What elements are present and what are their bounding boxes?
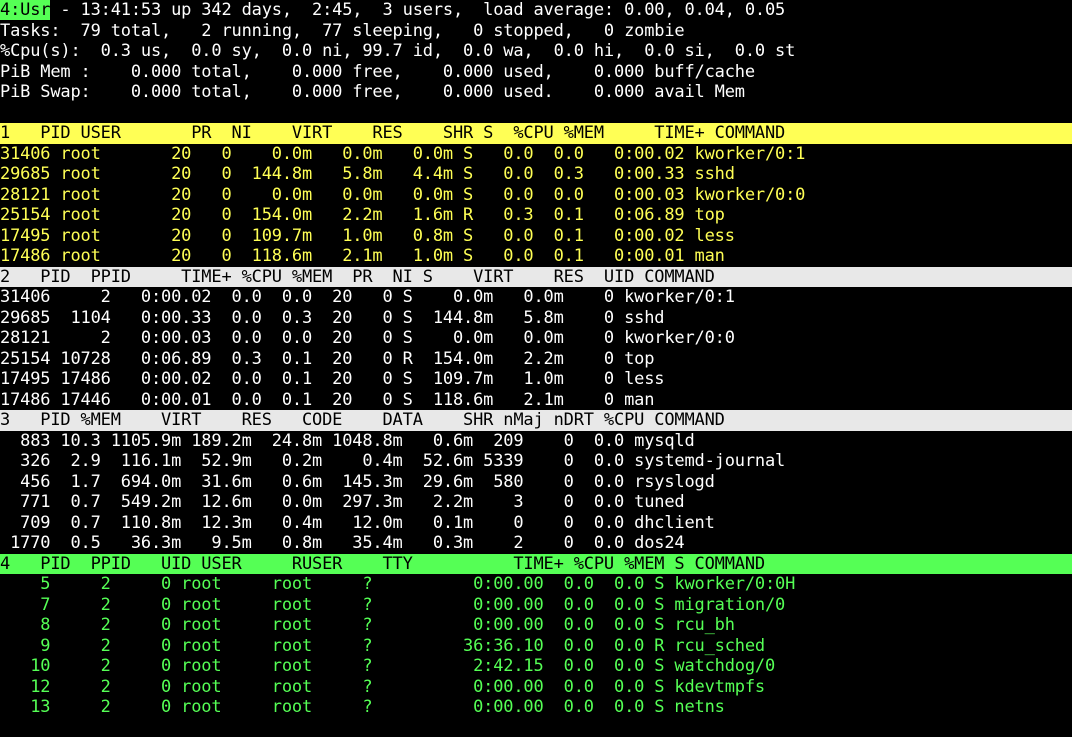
table-row[interactable]: 31406 root 20 0 0.0m 0.0m 0.0m S 0.0 0.0… <box>0 144 1072 165</box>
table-row[interactable]: 28121 root 20 0 0.0m 0.0m 0.0m S 0.0 0.0… <box>0 185 1072 206</box>
table-row[interactable]: 25154 root 20 0 154.0m 2.2m 1.6m R 0.3 0… <box>0 205 1072 226</box>
cpu-line: %Cpu(s): 0.3 us, 0.0 sy, 0.0 ni, 99.7 id… <box>0 41 796 61</box>
table-row[interactable]: 456 1.7 694.0m 31.6m 0.6m 145.3m 29.6m 5… <box>0 472 1072 493</box>
table-row[interactable]: 326 2.9 116.1m 52.9m 0.2m 0.4m 52.6m 533… <box>0 451 1072 472</box>
table-row[interactable]: 13 2 0 root root ? 0:00.00 0.0 0.0 S net… <box>0 697 1072 718</box>
uptime-text: - 13:41:53 up 342 days, 2:45, 3 users, l… <box>50 0 786 20</box>
window-3-column-header[interactable]: 3 PID %MEM VIRT RES CODE DATA SHR nMaj n… <box>0 410 1072 431</box>
table-row[interactable]: 17486 root 20 0 118.6m 2.1m 1.0m S 0.0 0… <box>0 246 1072 267</box>
window-1[interactable]: 1 PID USER PR NI VIRT RES SHR S %CPU %ME… <box>0 123 1072 267</box>
table-row[interactable]: 17495 root 20 0 109.7m 1.0m 0.8m S 0.0 0… <box>0 226 1072 247</box>
window-1-column-header[interactable]: 1 PID USER PR NI VIRT RES SHR S %CPU %ME… <box>0 123 1072 144</box>
tasks-line: Tasks: 79 total, 2 running, 77 sleeping,… <box>0 20 685 41</box>
summary-blank-line <box>0 103 1072 124</box>
table-row[interactable]: 29685 root 20 0 144.8m 5.8m 4.4m S 0.0 0… <box>0 164 1072 185</box>
swap-line: PiB Swap: 0.000 total, 0.000 free, 0.000… <box>0 82 745 102</box>
table-row[interactable]: 17495 17486 0:00.02 0.0 0.1 20 0 S 109.7… <box>0 369 1072 390</box>
table-row[interactable]: 7 2 0 root root ? 0:00.00 0.0 0.0 S migr… <box>0 595 1072 616</box>
window-4-column-header[interactable]: 4 PID PPID UID USER RUSER TTY TIME+ %CPU… <box>0 553 1072 574</box>
table-row[interactable]: 10 2 0 root root ? 2:42.15 0.0 0.0 S wat… <box>0 656 1072 677</box>
table-row[interactable]: 17486 17446 0:00.01 0.0 0.1 20 0 S 118.6… <box>0 390 1072 411</box>
table-row[interactable]: 29685 1104 0:00.33 0.0 0.3 20 0 S 144.8m… <box>0 308 1072 329</box>
table-row[interactable]: 5 2 0 root root ? 0:00.00 0.0 0.0 S kwor… <box>0 574 1072 595</box>
mem-line: PiB Mem : 0.000 total, 0.000 free, 0.000… <box>0 61 755 82</box>
table-row[interactable]: 31406 2 0:00.02 0.0 0.0 20 0 S 0.0m 0.0m… <box>0 287 1072 308</box>
table-row[interactable]: 9 2 0 root root ? 36:36.10 0.0 0.0 R rcu… <box>0 636 1072 657</box>
table-row[interactable]: 28121 2 0:00.03 0.0 0.0 20 0 S 0.0m 0.0m… <box>0 328 1072 349</box>
window-2[interactable]: 2 PID PPID TIME+ %CPU %MEM PR NI S VIRT … <box>0 266 1072 411</box>
uptime-line: 4:Usr - 13:41:53 up 342 days, 2:45, 3 us… <box>0 0 1072 21</box>
window-4[interactable]: 4 PID PPID UID USER RUSER TTY TIME+ %CPU… <box>0 553 1072 718</box>
active-window-tag[interactable]: 4:Usr <box>0 0 50 20</box>
terminal-screen[interactable]: 4:Usr - 13:41:53 up 342 days, 2:45, 3 us… <box>0 0 1072 737</box>
table-row[interactable]: 771 0.7 549.2m 12.6m 0.0m 297.3m 2.2m 3 … <box>0 492 1072 513</box>
table-row[interactable]: 25154 10728 0:06.89 0.3 0.1 20 0 R 154.0… <box>0 349 1072 370</box>
table-row[interactable]: 883 10.3 1105.9m 189.2m 24.8m 1048.8m 0.… <box>0 431 1072 452</box>
table-row[interactable]: 1770 0.5 36.3m 9.5m 0.8m 35.4m 0.3m 2 0 … <box>0 533 1072 554</box>
window-2-column-header[interactable]: 2 PID PPID TIME+ %CPU %MEM PR NI S VIRT … <box>0 266 1072 287</box>
table-row[interactable]: 12 2 0 root root ? 0:00.00 0.0 0.0 S kde… <box>0 677 1072 698</box>
table-row[interactable]: 709 0.7 110.8m 12.3m 0.4m 12.0m 0.1m 0 0… <box>0 513 1072 534</box>
window-3[interactable]: 3 PID %MEM VIRT RES CODE DATA SHR nMaj n… <box>0 410 1072 554</box>
table-row[interactable]: 8 2 0 root root ? 0:00.00 0.0 0.0 S rcu_… <box>0 615 1072 636</box>
summary-area: 4:Usr - 13:41:53 up 342 days, 2:45, 3 us… <box>0 0 1072 123</box>
